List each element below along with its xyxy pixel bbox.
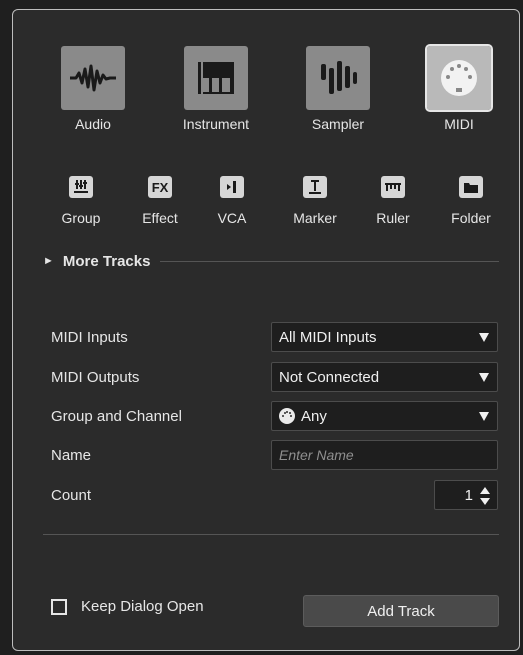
midi-inputs-select[interactable]: All MIDI Inputs bbox=[271, 322, 498, 352]
fx-icon: FX bbox=[148, 176, 172, 198]
name-label: Name bbox=[51, 447, 92, 464]
count-stepper[interactable]: 1 bbox=[434, 480, 498, 510]
track-type-vca-label: VCA bbox=[217, 210, 247, 226]
track-type-group-label: Group bbox=[61, 210, 101, 226]
track-type-vca[interactable]: VCA bbox=[200, 176, 264, 226]
expand-arrow-icon: ► bbox=[43, 255, 54, 267]
keep-dialog-open-checkbox[interactable] bbox=[51, 598, 67, 615]
track-type-ruler[interactable]: Ruler bbox=[361, 176, 425, 226]
vca-icon bbox=[220, 176, 244, 198]
add-track-dialog: Audio Instrument Sampler MIDI Group FX E… bbox=[12, 9, 520, 651]
dropdown-caret-icon bbox=[479, 412, 489, 421]
track-type-folder[interactable]: Folder bbox=[439, 176, 503, 226]
track-type-sampler[interactable]: Sampler bbox=[283, 46, 393, 132]
add-track-button[interactable]: Add Track bbox=[303, 595, 499, 627]
midi-inputs-row: MIDI Inputs All MIDI Inputs bbox=[51, 322, 498, 352]
group-channel-select[interactable]: Any bbox=[271, 401, 498, 431]
track-type-group[interactable]: Group bbox=[49, 176, 113, 226]
track-type-marker[interactable]: Marker bbox=[283, 176, 347, 226]
count-value: 1 bbox=[464, 486, 473, 504]
track-type-instrument-label: Instrument bbox=[182, 116, 250, 132]
track-type-midi-label: MIDI bbox=[444, 116, 474, 132]
group-channel-value: Any bbox=[301, 407, 327, 425]
main-track-types: Audio Instrument Sampler MIDI bbox=[13, 44, 519, 146]
midi-connector-icon bbox=[425, 44, 493, 112]
midi-outputs-label: MIDI Outputs bbox=[51, 369, 140, 386]
count-row: Count 1 bbox=[51, 480, 498, 510]
track-type-midi[interactable]: MIDI bbox=[404, 44, 514, 132]
group-faders-icon bbox=[69, 176, 93, 198]
stepper-arrows-icon[interactable] bbox=[480, 487, 490, 505]
name-input[interactable] bbox=[271, 440, 498, 470]
midi-outputs-row: MIDI Outputs Not Connected bbox=[51, 362, 498, 392]
dropdown-caret-icon bbox=[479, 373, 489, 382]
keep-dialog-open-option[interactable]: Keep Dialog Open bbox=[51, 598, 204, 615]
track-type-effect[interactable]: FX Effect bbox=[128, 176, 192, 226]
count-label: Count bbox=[51, 487, 92, 504]
track-type-marker-label: Marker bbox=[293, 210, 337, 226]
midi-outputs-value: Not Connected bbox=[279, 368, 380, 386]
track-type-ruler-label: Ruler bbox=[376, 210, 410, 226]
group-channel-label: Group and Channel bbox=[51, 408, 182, 425]
audio-waveform-icon bbox=[61, 46, 125, 110]
track-type-folder-label: Folder bbox=[451, 210, 491, 226]
stepper-down-icon[interactable] bbox=[480, 498, 490, 505]
piano-keys-icon bbox=[184, 46, 248, 110]
track-type-audio-label: Audio bbox=[75, 116, 111, 132]
midi-connector-icon bbox=[279, 408, 295, 424]
midi-inputs-value: All MIDI Inputs bbox=[279, 328, 377, 346]
name-row: Name bbox=[51, 440, 498, 470]
marker-icon bbox=[303, 176, 327, 198]
secondary-track-types: Group FX Effect VCA Marker Ruler Folder bbox=[13, 176, 519, 236]
midi-outputs-select[interactable]: Not Connected bbox=[271, 362, 498, 392]
more-tracks-label: More Tracks bbox=[62, 252, 151, 270]
ruler-icon bbox=[381, 176, 405, 198]
section-divider bbox=[160, 260, 499, 262]
track-type-sampler-label: Sampler bbox=[311, 116, 365, 132]
sampler-bars-icon bbox=[306, 46, 370, 110]
track-type-instrument[interactable]: Instrument bbox=[161, 46, 271, 132]
track-type-effect-label: Effect bbox=[142, 210, 178, 226]
folder-icon bbox=[459, 176, 483, 198]
group-channel-row: Group and Channel Any bbox=[51, 401, 498, 431]
more-tracks-toggle[interactable]: ► More Tracks bbox=[43, 251, 499, 271]
stepper-up-icon[interactable] bbox=[480, 487, 490, 494]
track-type-audio[interactable]: Audio bbox=[38, 46, 148, 132]
footer-divider bbox=[43, 534, 499, 535]
dropdown-caret-icon bbox=[479, 333, 489, 342]
keep-dialog-open-label: Keep Dialog Open bbox=[81, 598, 204, 615]
midi-inputs-label: MIDI Inputs bbox=[51, 329, 128, 346]
